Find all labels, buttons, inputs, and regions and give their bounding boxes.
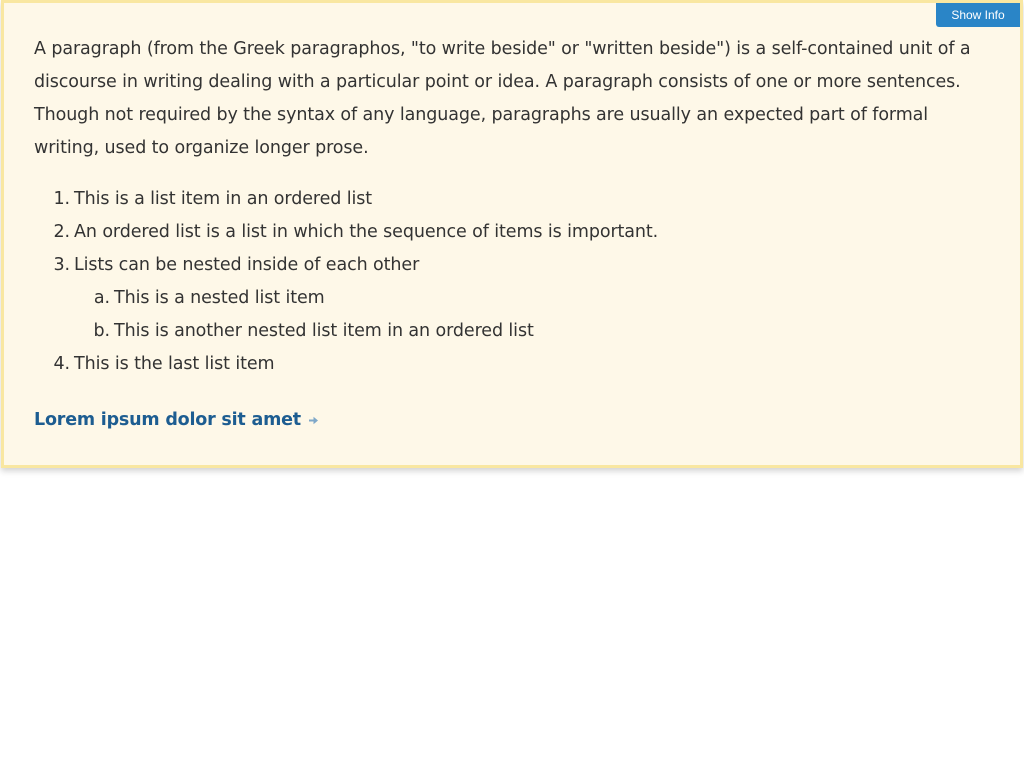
nested-list-marker: a. — [93, 288, 110, 308]
ordered-list: 1. This is a list item in an ordered lis… — [34, 183, 934, 381]
list-marker: 1. — [53, 189, 71, 209]
nested-list-item-text: This is a nested list item — [114, 288, 325, 308]
arrow-right-icon — [308, 416, 318, 425]
show-info-button[interactable]: Show Info — [936, 3, 1020, 27]
list-item-text: This is a list item in an ordered list — [74, 189, 373, 209]
list-item-text: This is the last list item — [74, 354, 275, 374]
paragraph-text: A paragraph (from the Greek paragraphos,… — [34, 39, 971, 158]
list-marker: 4. — [53, 354, 71, 374]
list-marker: 3. — [53, 255, 71, 275]
list-item: 4. This is the last list item — [34, 348, 934, 381]
list-marker: 2. — [53, 222, 71, 242]
nested-list-item-text: This is another nested list item in an o… — [114, 321, 534, 341]
list-item: 3. Lists can be nested inside of each ot… — [34, 249, 934, 282]
lorem-ipsum-link[interactable]: Lorem ipsum dolor sit amet — [34, 404, 319, 437]
nested-list-item: a. This is a nested list item — [34, 282, 934, 315]
content-panel: Show Info A paragraph (from the Greek pa… — [1, 0, 1023, 468]
nested-list-item: b. This is another nested list item in a… — [34, 315, 934, 348]
list-item-text: Lists can be nested inside of each other — [74, 255, 420, 275]
list-item-text: An ordered list is a list in which the s… — [74, 222, 659, 242]
list-item: 1. This is a list item in an ordered lis… — [34, 183, 934, 216]
lorem-ipsum-link-label: Lorem ipsum dolor sit amet — [34, 410, 301, 430]
list-item: 2. An ordered list is a list in which th… — [34, 216, 934, 249]
nested-list-marker: b. — [93, 321, 111, 341]
